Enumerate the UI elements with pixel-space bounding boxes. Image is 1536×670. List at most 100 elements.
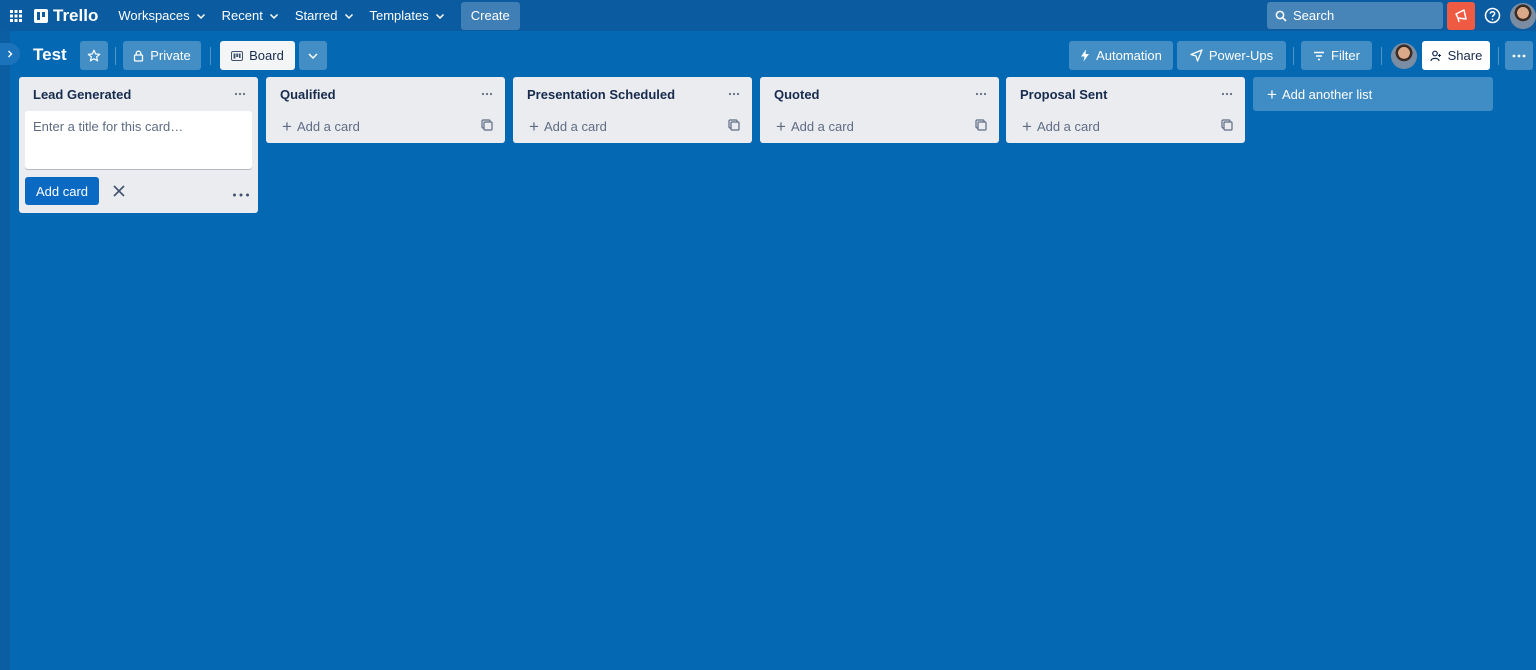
board-menu-button[interactable] (1505, 41, 1533, 70)
nav-starred-label: Starred (294, 8, 338, 23)
list-quoted: Quoted + Add a card (760, 77, 999, 143)
list-menu-button[interactable] (232, 86, 248, 102)
create-from-template-button[interactable] (1221, 118, 1233, 134)
notification-button[interactable] (1447, 1, 1475, 30)
divider (1293, 47, 1294, 65)
plus-icon: + (529, 116, 539, 136)
app-name: Trello (53, 5, 99, 25)
share-button[interactable]: Share (1422, 41, 1490, 70)
add-card-link[interactable]: + Add a card (529, 118, 607, 135)
close-composer-button[interactable] (109, 181, 129, 201)
filter-icon (1314, 51, 1325, 60)
create-from-template-button[interactable] (481, 118, 493, 134)
filter-button[interactable]: Filter (1301, 41, 1372, 70)
rocket-icon (1190, 49, 1203, 62)
top-navbar: Trello Workspaces Recent Starred Templat… (0, 0, 1536, 31)
plus-icon: + (282, 116, 292, 136)
composer-options-button[interactable] (232, 182, 250, 200)
add-card-link[interactable]: + Add a card (1022, 118, 1100, 135)
list-title[interactable]: Lead Generated (33, 87, 131, 102)
more-horizontal-icon (233, 193, 249, 197)
list-menu-button[interactable] (973, 86, 989, 102)
list-menu-button[interactable] (726, 86, 742, 102)
plus-icon: + (1267, 84, 1277, 104)
nav-recent-label: Recent (221, 8, 263, 23)
automation-label: Automation (1096, 48, 1162, 63)
search-input[interactable]: Search (1267, 2, 1443, 29)
chevron-down-icon (269, 13, 278, 19)
add-person-icon (1430, 50, 1441, 61)
add-card-label: Add a card (296, 118, 360, 134)
automation-button[interactable]: Automation (1069, 41, 1173, 70)
template-icon (481, 118, 493, 131)
nav-templates[interactable]: Templates (362, 2, 453, 30)
add-card-link[interactable]: + Add a card (776, 118, 854, 135)
board-member-avatar[interactable] (1391, 43, 1417, 69)
template-icon (728, 118, 740, 131)
chevron-down-icon (196, 13, 205, 19)
create-button[interactable]: Create (460, 1, 520, 30)
more-horizontal-icon (975, 92, 987, 96)
list-title[interactable]: Presentation Scheduled (527, 87, 675, 102)
more-horizontal-icon (234, 92, 246, 96)
search-icon (1275, 10, 1287, 22)
divider (210, 47, 211, 65)
list-menu-button[interactable] (1219, 86, 1235, 102)
more-horizontal-icon (1221, 92, 1233, 96)
visibility-button[interactable]: Private (123, 41, 201, 70)
nav-templates-label: Templates (369, 8, 429, 23)
more-horizontal-icon (481, 92, 493, 96)
board-view-button[interactable]: Board (220, 41, 295, 70)
star-icon (87, 49, 101, 61)
list-presentation-scheduled: Presentation Scheduled + Add a card (513, 77, 752, 143)
add-another-list-button[interactable]: + Add another list (1253, 77, 1493, 111)
visibility-label: Private (150, 48, 191, 63)
search-placeholder: Search (1293, 8, 1335, 23)
add-card-button[interactable]: Add card (25, 177, 100, 205)
lock-icon (134, 50, 144, 62)
list-title[interactable]: Proposal Sent (1020, 87, 1107, 102)
help-button[interactable] (1480, 4, 1504, 28)
help-icon (1484, 7, 1500, 24)
view-switcher-button[interactable] (299, 41, 327, 70)
power-ups-button[interactable]: Power-Ups (1177, 41, 1286, 70)
add-another-list-label: Add another list (1281, 86, 1373, 102)
list-menu-button[interactable] (479, 86, 495, 102)
list-title[interactable]: Qualified (280, 87, 336, 102)
sidebar-collapsed (0, 31, 10, 670)
nav-workspaces[interactable]: Workspaces (110, 2, 213, 30)
filter-label: Filter (1331, 48, 1360, 63)
divider (115, 47, 116, 65)
list-title[interactable]: Quoted (774, 87, 820, 102)
more-horizontal-icon (728, 92, 740, 96)
template-icon (1221, 118, 1233, 131)
avatar[interactable] (1510, 2, 1536, 29)
board-title[interactable]: Test (33, 45, 67, 65)
chevron-down-icon (308, 52, 318, 59)
divider (1498, 47, 1499, 65)
notification-megaphone-icon (1455, 8, 1467, 22)
list-lead-generated: Lead Generated Add card (19, 77, 258, 213)
card-title-input[interactable] (33, 119, 244, 159)
board-header: Test Private Board Automation Power-Ups … (0, 31, 1536, 79)
create-from-template-button[interactable] (975, 118, 987, 134)
trello-logo-icon (34, 8, 48, 23)
close-icon (113, 185, 125, 197)
chevron-down-icon (344, 13, 353, 19)
add-card-link[interactable]: + Add a card (282, 118, 360, 135)
plus-icon: + (776, 116, 786, 136)
nav-starred[interactable]: Starred (287, 2, 362, 30)
more-horizontal-icon (1512, 54, 1526, 57)
board-view-icon (231, 50, 244, 61)
divider (1381, 47, 1382, 65)
share-label: Share (1447, 48, 1483, 63)
plus-icon: + (1022, 116, 1032, 136)
list-proposal-sent: Proposal Sent + Add a card (1006, 77, 1245, 143)
nav-recent[interactable]: Recent (214, 2, 287, 30)
list-qualified: Qualified + Add a card (266, 77, 505, 143)
create-from-template-button[interactable] (728, 118, 740, 134)
lightning-icon (1081, 49, 1090, 62)
star-button[interactable] (80, 41, 108, 70)
trello-logo[interactable]: Trello (34, 6, 98, 26)
apps-grid-icon[interactable] (4, 4, 28, 28)
